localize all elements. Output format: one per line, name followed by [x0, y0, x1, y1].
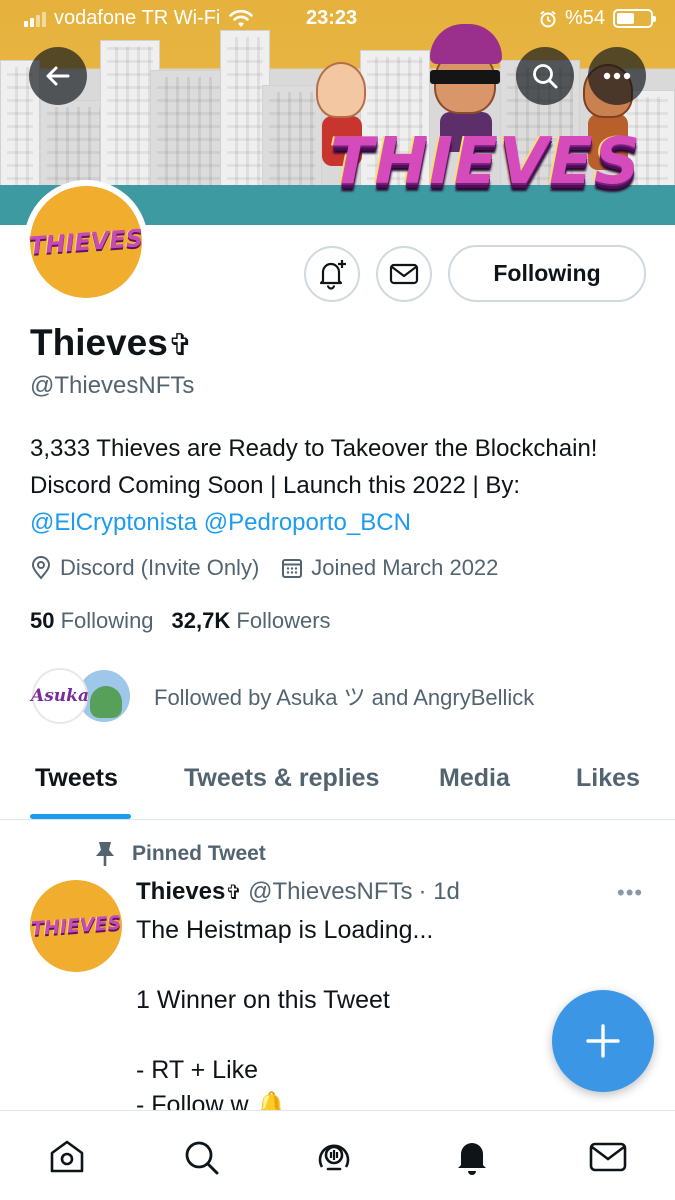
- notifications-icon: [458, 1143, 486, 1175]
- joined-text: Joined March 2022: [311, 555, 499, 580]
- nav-notifications[interactable]: [451, 1136, 493, 1178]
- following-button[interactable]: Following: [448, 245, 646, 302]
- profile-tabs: Tweets Tweets & replies Media Likes: [0, 750, 675, 820]
- display-name: Thieves✞: [30, 322, 193, 364]
- nav-home[interactable]: [46, 1136, 88, 1178]
- pinned-tweet-label: Pinned Tweet: [92, 840, 266, 868]
- calendar-icon: [282, 559, 303, 578]
- bio-text: 3,333 Thieves are Ready to Takeover the …: [30, 435, 598, 499]
- banner-logo: THIEVES: [330, 125, 642, 199]
- tweet-author-handle: @ThievesNFTs: [248, 878, 413, 905]
- bell-plus-icon: [319, 260, 346, 290]
- nav-search[interactable]: [180, 1136, 222, 1178]
- profile-bio: 3,333 Thieves are Ready to Takeover the …: [30, 430, 650, 541]
- location-item: Discord (Invite Only): [30, 555, 259, 581]
- wifi-icon: [229, 9, 254, 27]
- tab-media[interactable]: Media: [439, 764, 510, 793]
- followers-count: 32,7K: [171, 608, 231, 633]
- search-icon: [185, 1141, 219, 1175]
- display-name-text: Thieves: [30, 322, 168, 363]
- arrow-left-icon: [46, 66, 70, 86]
- envelope-icon: [389, 263, 419, 285]
- messages-icon: [589, 1142, 627, 1172]
- status-bar: vodafone TR Wi-Fi 23:23 %54: [0, 0, 675, 38]
- plus-icon: [586, 1024, 620, 1058]
- profile-avatar[interactable]: THIEVES: [24, 180, 148, 304]
- tab-tweets[interactable]: Tweets: [35, 764, 118, 793]
- following-label: Following: [60, 608, 154, 633]
- search-button[interactable]: [516, 47, 574, 105]
- more-button[interactable]: [588, 47, 646, 105]
- spaces-icon: [318, 1144, 350, 1171]
- carrier-info: vodafone TR Wi-Fi: [24, 7, 254, 30]
- character-sunglasses: [430, 70, 500, 84]
- followers-count-link[interactable]: 32,7K Followers: [172, 608, 331, 634]
- tweet-avatar-logo: THIEVES: [30, 911, 122, 941]
- tweet-line: 1 Winner on this Tweet: [136, 986, 390, 1014]
- bio-mention-pedroporto[interactable]: @Pedroporto_BCN: [204, 509, 411, 536]
- tweet-line: - RT + Like: [136, 1056, 259, 1084]
- battery-icon: [613, 9, 656, 28]
- tweet-line: [136, 948, 433, 983]
- follower-avatar-logo: Asuka: [31, 686, 89, 706]
- frog-avatar-image: [90, 686, 122, 718]
- tweet-line: The Heistmap is Loading...: [136, 916, 434, 944]
- battery-percent: %54: [564, 7, 605, 29]
- tweet-author-name[interactable]: Thieves✞: [136, 878, 242, 906]
- profile-meta: Discord (Invite Only) Joined March 2022: [30, 555, 520, 581]
- alarm-icon: [540, 10, 556, 27]
- bottom-navigation: [0, 1110, 675, 1200]
- following-count-link[interactable]: 50 Following: [30, 608, 154, 634]
- pin-icon: [96, 842, 114, 866]
- pinned-text: Pinned Tweet: [132, 842, 266, 865]
- tab-likes[interactable]: Likes: [576, 764, 640, 793]
- nav-spaces[interactable]: [313, 1136, 355, 1178]
- avatar-logo: THIEVES: [28, 224, 144, 260]
- signal-icon: [24, 11, 46, 27]
- tweet-text[interactable]: The Heistmap is Loading... 1 Winner on t…: [136, 913, 433, 1123]
- tab-tweets-replies[interactable]: Tweets & replies: [184, 764, 379, 793]
- back-button[interactable]: [29, 47, 87, 105]
- followed-by-row[interactable]: Asuka Followed by Asuka ツ and AngryBelli…: [31, 668, 535, 724]
- following-count: 50: [30, 608, 55, 633]
- notifications-toggle-button[interactable]: [304, 246, 360, 302]
- tweet-author-name-text: Thieves: [136, 878, 226, 905]
- tweet-header: Thieves✞ @ThievesNFTs · 1d: [136, 878, 460, 906]
- followed-by-text: Followed by Asuka ツ and AngryBellick: [154, 685, 535, 710]
- compose-tweet-button[interactable]: [552, 990, 654, 1092]
- tweet-line: [136, 1018, 433, 1053]
- avatar-image: THIEVES: [28, 186, 144, 298]
- nav-messages[interactable]: [587, 1136, 629, 1178]
- tweet-author-cross-glyph: ✞: [225, 882, 243, 904]
- message-button[interactable]: [376, 246, 432, 302]
- followers-label: Followers: [236, 608, 331, 633]
- search-icon: [533, 64, 558, 89]
- home-icon: [50, 1140, 84, 1173]
- follow-counts: 50 Following 32,7K Followers: [30, 608, 331, 634]
- tweet-time: · 1d: [418, 878, 460, 905]
- more-horizontal-icon: [603, 72, 631, 80]
- tweet-author-avatar[interactable]: THIEVES: [30, 880, 122, 972]
- bio-mention-elcryptonista[interactable]: @ElCryptonista: [30, 509, 197, 536]
- character-head: [316, 62, 366, 118]
- follower-avatar: Asuka: [31, 668, 89, 724]
- status-right: %54: [539, 7, 656, 30]
- name-cross-glyph: ✞: [167, 329, 193, 362]
- carrier-name: vodafone TR Wi-Fi: [54, 7, 221, 29]
- active-tab-indicator: [30, 814, 131, 819]
- location-text: Discord (Invite Only): [60, 555, 260, 580]
- profile-handle: @ThievesNFTs: [30, 372, 195, 399]
- clock: 23:23: [306, 7, 358, 29]
- location-pin-icon: [31, 556, 51, 580]
- tweet-more-button[interactable]: •••: [617, 880, 643, 906]
- joined-item: Joined March 2022: [281, 555, 498, 581]
